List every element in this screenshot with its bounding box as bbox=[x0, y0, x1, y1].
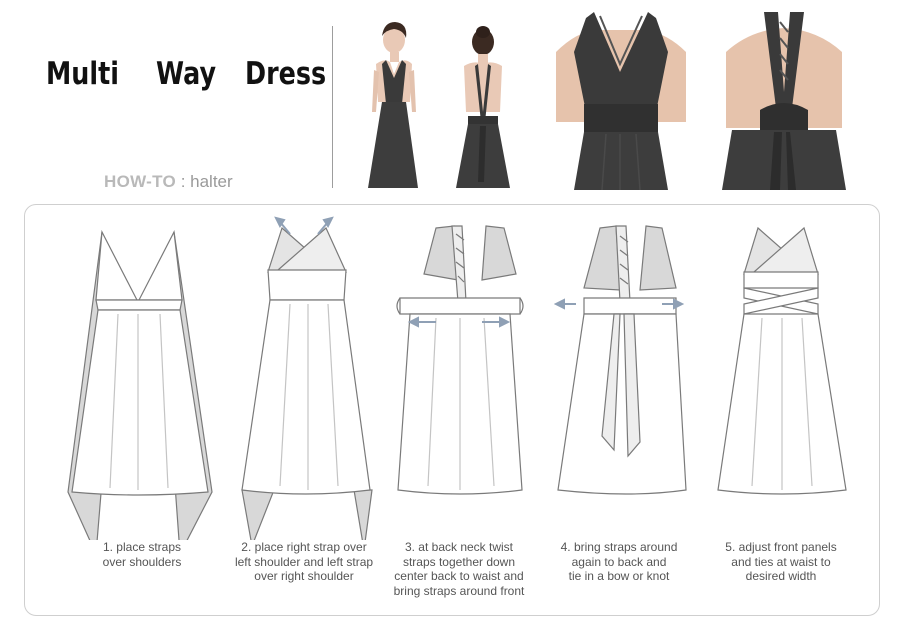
howto-separator: : bbox=[175, 172, 191, 191]
page-title: Multi Way Dress bbox=[46, 56, 326, 100]
step-3-caption: 3. at back neck twist straps together do… bbox=[393, 540, 525, 598]
step-5-caption: 5. adjust front panels and ties at waist… bbox=[725, 540, 837, 583]
step-1-caption: 1. place straps over shoulders bbox=[102, 540, 182, 569]
step-1-illustration bbox=[67, 229, 213, 540]
closeup-back-photo bbox=[720, 12, 848, 190]
step-4-illustration bbox=[554, 225, 687, 495]
step-5-illustration bbox=[717, 226, 847, 495]
step-3-illustration bbox=[396, 225, 524, 495]
title-word-multi: Multi bbox=[46, 56, 119, 92]
howto-heading: HOW-TO : halter bbox=[104, 172, 233, 192]
step-2-illustration bbox=[241, 216, 373, 540]
closeup-front-photo bbox=[556, 12, 686, 190]
header-divider bbox=[332, 26, 333, 188]
model-front-photo bbox=[368, 22, 418, 188]
howto-style: halter bbox=[190, 172, 233, 191]
model-back-photo bbox=[456, 26, 510, 188]
step-2-caption: 2. place right strap over left shoulder … bbox=[234, 540, 374, 583]
howto-label: HOW-TO bbox=[104, 172, 176, 191]
title-word-dress: Dress bbox=[245, 56, 327, 92]
step-4-caption: 4. bring straps around again to back and… bbox=[560, 540, 678, 583]
title-word-way: Way bbox=[156, 56, 217, 92]
